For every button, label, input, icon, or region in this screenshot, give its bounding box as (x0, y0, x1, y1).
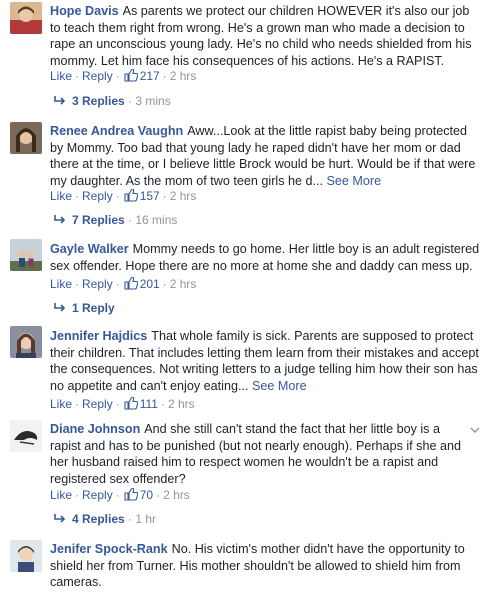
thumbs-up-icon (124, 396, 138, 414)
comment-actions: Like · Reply · 201 · 2 hrs (50, 276, 196, 294)
comments-feed: Hope Davis As parents we protect our chil… (0, 0, 491, 592)
see-more-link[interactable]: See More (252, 379, 307, 393)
like-button[interactable]: Like (50, 488, 72, 502)
comment-body: Hope Davis As parents we protect our chil… (50, 3, 481, 69)
thumbs-up-icon (124, 188, 138, 206)
comment-actions: Like · Reply · 157 · 2 hrs (50, 188, 196, 206)
avatar[interactable] (10, 420, 42, 452)
like-count[interactable]: 201 (140, 277, 160, 291)
like-count[interactable]: 111 (140, 397, 158, 411)
avatar[interactable] (10, 326, 42, 358)
comment-author[interactable]: Renee Andrea Vaughn (50, 124, 183, 138)
replies-time: 3 mins (135, 94, 171, 108)
timestamp[interactable]: 2 hrs (163, 488, 190, 502)
comment-body: Jennifer Hajdics That whole family is sic… (50, 328, 481, 394)
reply-arrow-icon (54, 512, 66, 528)
thumbs-up-icon (124, 68, 138, 86)
comment-body: Renee Andrea Vaughn Aww...Look at the lit… (50, 123, 481, 189)
like-button[interactable]: Like (50, 397, 72, 411)
like-button[interactable]: Like (50, 277, 72, 291)
timestamp[interactable]: 2 hrs (170, 69, 197, 83)
comment-body: Diane Johnson And she still can't stand t… (50, 421, 465, 487)
view-replies-link[interactable]: 4 Replies · 1 hr (54, 511, 156, 528)
avatar[interactable] (10, 122, 42, 154)
replies-label[interactable]: 4 Replies (72, 512, 125, 526)
like-count[interactable]: 157 (140, 189, 160, 203)
timestamp[interactable]: 2 hrs (168, 397, 195, 411)
reply-button[interactable]: Reply (82, 69, 113, 83)
chevron-down-icon[interactable] (469, 423, 481, 435)
reply-button[interactable]: Reply (82, 488, 113, 502)
thumbs-up-icon (124, 276, 138, 294)
like-count[interactable]: 217 (140, 69, 160, 83)
comment-author[interactable]: Diane Johnson (50, 422, 140, 436)
avatar[interactable] (10, 540, 42, 572)
comment-actions: Like · Reply · 111 · 2 hrs (50, 396, 195, 414)
replies-time: 16 mins (135, 213, 178, 227)
view-replies-link[interactable]: 3 Replies · 3 mins (54, 93, 171, 110)
replies-label[interactable]: 7 Replies (72, 213, 125, 227)
timestamp[interactable]: 2 hrs (170, 277, 197, 291)
like-button[interactable]: Like (50, 189, 72, 203)
view-replies-link[interactable]: 1 Reply (54, 300, 115, 317)
thumbs-up-icon (124, 487, 138, 505)
reply-button[interactable]: Reply (82, 189, 113, 203)
reply-arrow-icon (54, 301, 66, 317)
avatar[interactable] (10, 2, 42, 34)
see-more-link[interactable]: See More (327, 174, 382, 188)
reply-arrow-icon (54, 94, 66, 110)
comment-body: Gayle Walker Mommy needs to go home. Her … (50, 241, 481, 274)
replies-label[interactable]: 1 Reply (72, 301, 115, 315)
reply-arrow-icon (54, 213, 66, 229)
avatar[interactable] (10, 239, 42, 271)
comment-actions: Like · Reply · 217 · 2 hrs (50, 68, 196, 86)
comment-actions: Like · Reply · 70 · 2 hrs (50, 487, 190, 505)
comment-author[interactable]: Jenifer Spock-Rank (50, 542, 168, 556)
timestamp[interactable]: 2 hrs (170, 189, 197, 203)
comment-body: Jenifer Spock-Rank No. His victim's mothe… (50, 541, 481, 591)
like-count[interactable]: 70 (140, 488, 153, 502)
comment-author[interactable]: Hope Davis (50, 4, 119, 18)
comment-author[interactable]: Jennifer Hajdics (50, 329, 147, 343)
view-replies-link[interactable]: 7 Replies · 16 mins (54, 212, 177, 229)
replies-time: 1 hr (135, 512, 157, 526)
reply-button[interactable]: Reply (82, 397, 113, 411)
replies-label[interactable]: 3 Replies (72, 94, 125, 108)
comment-author[interactable]: Gayle Walker (50, 242, 129, 256)
reply-button[interactable]: Reply (82, 277, 113, 291)
like-button[interactable]: Like (50, 69, 72, 83)
